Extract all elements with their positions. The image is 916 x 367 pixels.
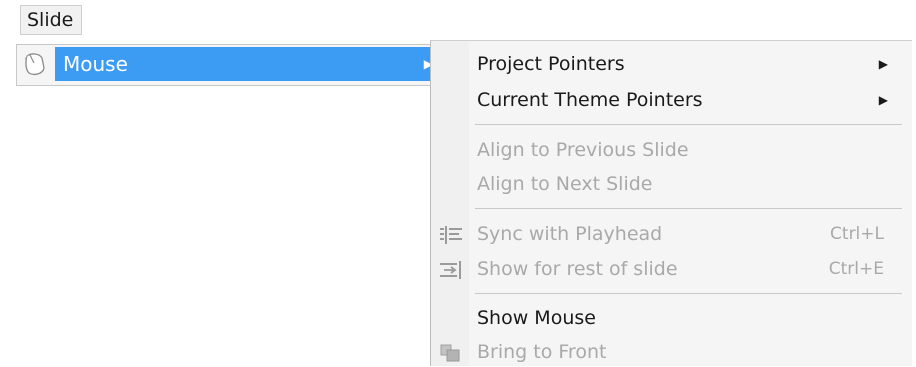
menu-slide-label: Slide <box>27 9 74 31</box>
submenu-arrow-icon: ▶ <box>878 93 888 107</box>
sync-playhead-icon <box>440 226 462 244</box>
menu-item-shortcut: Ctrl+E <box>828 259 884 279</box>
menu-separator <box>475 293 902 294</box>
menu-item-show-mouse[interactable]: Show Mouse <box>431 303 912 333</box>
menu-item-label: Bring to Front <box>477 341 607 363</box>
menu-item-label: Current Theme Pointers <box>477 89 703 111</box>
menu-slide[interactable]: Slide <box>20 5 82 35</box>
menu-item-bring-to-front[interactable]: Bring to Front <box>431 337 912 367</box>
show-rest-of-slide-icon <box>440 261 461 279</box>
menu-item-label: Show for rest of slide <box>477 258 678 280</box>
menu-item-label: Align to Previous Slide <box>477 139 689 161</box>
menu-item-mouse[interactable]: Mouse ▶ <box>55 47 443 81</box>
menu-separator <box>475 208 902 209</box>
slide-menu-dropdown: Mouse ▶ <box>16 44 443 86</box>
menu-item-project-pointers[interactable]: Project Pointers ▶ <box>431 49 912 79</box>
menu-item-mouse-label: Mouse <box>63 52 128 76</box>
menu-item-shortcut: Ctrl+L <box>830 224 884 244</box>
submenu-arrow-icon: ▶ <box>878 57 888 71</box>
mouse-submenu: Project Pointers ▶ Current Theme Pointer… <box>430 40 912 366</box>
menu-item-label: Sync with Playhead <box>477 223 663 245</box>
menu-item-label: Show Mouse <box>477 307 596 329</box>
bring-to-front-icon <box>440 344 460 362</box>
menu-item-show-for-rest-of-slide[interactable]: Show for rest of slide Ctrl+E <box>431 254 912 284</box>
menu-separator <box>475 124 902 125</box>
mouse-pointer-icon <box>24 53 45 75</box>
menu-item-align-next-slide[interactable]: Align to Next Slide <box>431 169 912 199</box>
menu-item-sync-with-playhead[interactable]: Sync with Playhead Ctrl+L <box>431 219 912 249</box>
menu-item-label: Align to Next Slide <box>477 173 653 195</box>
menu-item-align-previous-slide[interactable]: Align to Previous Slide <box>431 135 912 165</box>
menu-item-current-theme-pointers[interactable]: Current Theme Pointers ▶ <box>431 85 912 115</box>
menu-item-label: Project Pointers <box>477 53 625 75</box>
